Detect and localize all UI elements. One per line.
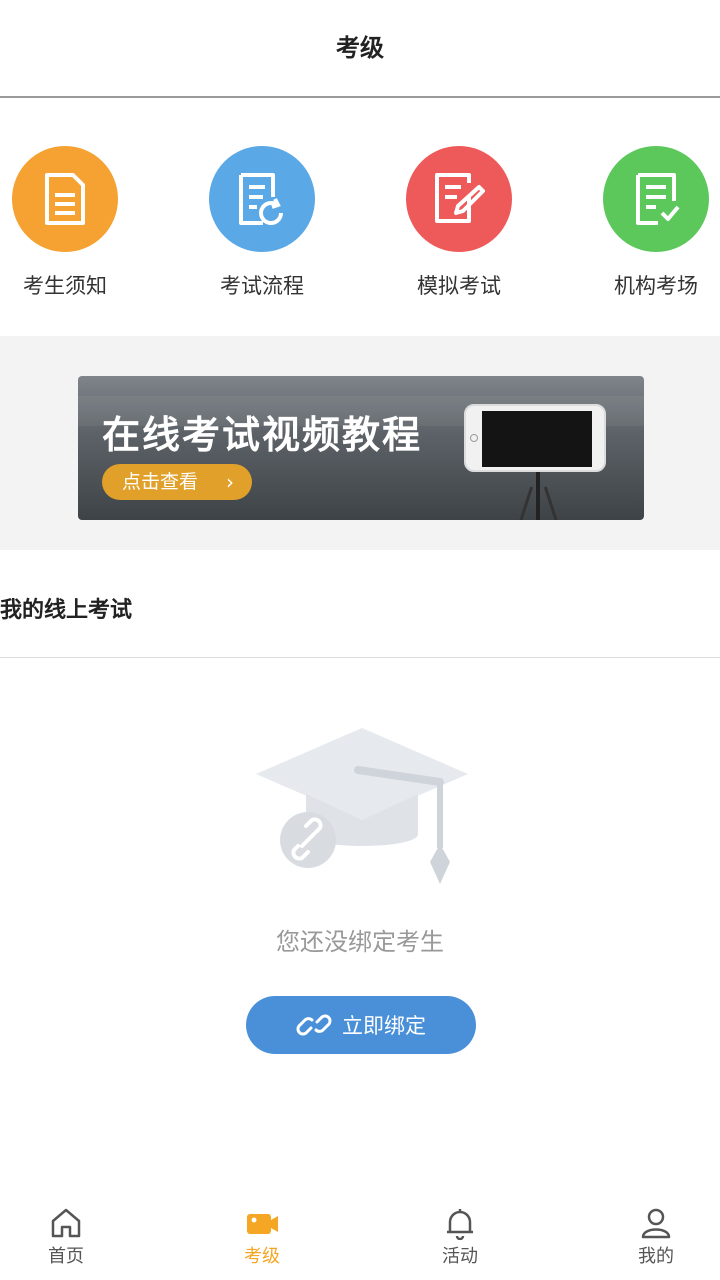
tab-label: 活动 bbox=[442, 1246, 478, 1267]
shortcut-label: 考试流程 bbox=[220, 274, 304, 298]
shortcut-label: 模拟考试 bbox=[417, 274, 501, 298]
link-icon bbox=[296, 1014, 332, 1036]
divider bbox=[0, 657, 720, 658]
shortcut-exam-process[interactable]: 考试流程 bbox=[192, 146, 332, 316]
banner-title: 在线考试视频教程 bbox=[102, 413, 423, 457]
document-icon bbox=[12, 146, 118, 252]
bind-now-button[interactable]: 立即绑定 bbox=[246, 996, 476, 1054]
banner-view-button[interactable]: 点击查看 › bbox=[102, 464, 252, 500]
tab-label: 首页 bbox=[48, 1246, 84, 1267]
shortcut-grid: 考生须知 考试流程 模拟考试 机构考场 bbox=[0, 100, 720, 336]
empty-state-text: 您还没绑定考生 bbox=[276, 928, 444, 956]
tab-activity[interactable]: 活动 bbox=[400, 1206, 520, 1268]
banner-button-label: 点击查看 bbox=[122, 471, 199, 493]
tripod-leg bbox=[543, 486, 560, 520]
video-camera-icon bbox=[247, 1214, 278, 1234]
tab-label: 考级 bbox=[244, 1246, 280, 1267]
document-refresh-icon bbox=[209, 146, 315, 252]
shortcut-venue[interactable]: 机构考场 bbox=[586, 146, 720, 316]
bind-button-label: 立即绑定 bbox=[342, 1014, 426, 1038]
tripod-leg bbox=[517, 486, 534, 520]
tripod-pole bbox=[536, 472, 540, 520]
bell-icon bbox=[447, 1209, 473, 1240]
section-title: 我的线上考试 bbox=[0, 598, 133, 623]
app-header: 考级 bbox=[0, 0, 720, 98]
graduation-cap-link-icon bbox=[250, 722, 474, 892]
home-icon bbox=[51, 1208, 81, 1238]
banner-section: 在线考试视频教程 点击查看 › bbox=[0, 336, 720, 550]
tab-label: 我的 bbox=[638, 1246, 674, 1267]
tab-exam[interactable]: 考级 bbox=[202, 1206, 322, 1268]
video-tutorial-banner[interactable]: 在线考试视频教程 点击查看 › bbox=[78, 376, 644, 520]
phone-home-button bbox=[470, 434, 478, 442]
user-icon bbox=[641, 1208, 671, 1239]
phone-screen bbox=[482, 411, 592, 467]
chevron-right-icon: › bbox=[226, 470, 234, 494]
tab-home[interactable]: 首页 bbox=[6, 1206, 126, 1268]
shortcut-mock-exam[interactable]: 模拟考试 bbox=[389, 146, 529, 316]
page-title: 考级 bbox=[336, 34, 384, 62]
tab-mine[interactable]: 我的 bbox=[596, 1206, 716, 1268]
shortcut-label: 机构考场 bbox=[614, 274, 698, 298]
shortcut-exam-notice[interactable]: 考生须知 bbox=[0, 146, 135, 316]
document-edit-icon bbox=[406, 146, 512, 252]
shortcut-label: 考生须知 bbox=[23, 274, 107, 298]
phone-illustration bbox=[464, 404, 606, 472]
document-check-icon bbox=[603, 146, 709, 252]
bottom-tab-bar: 首页 考级 活动 我的 bbox=[0, 1196, 720, 1280]
